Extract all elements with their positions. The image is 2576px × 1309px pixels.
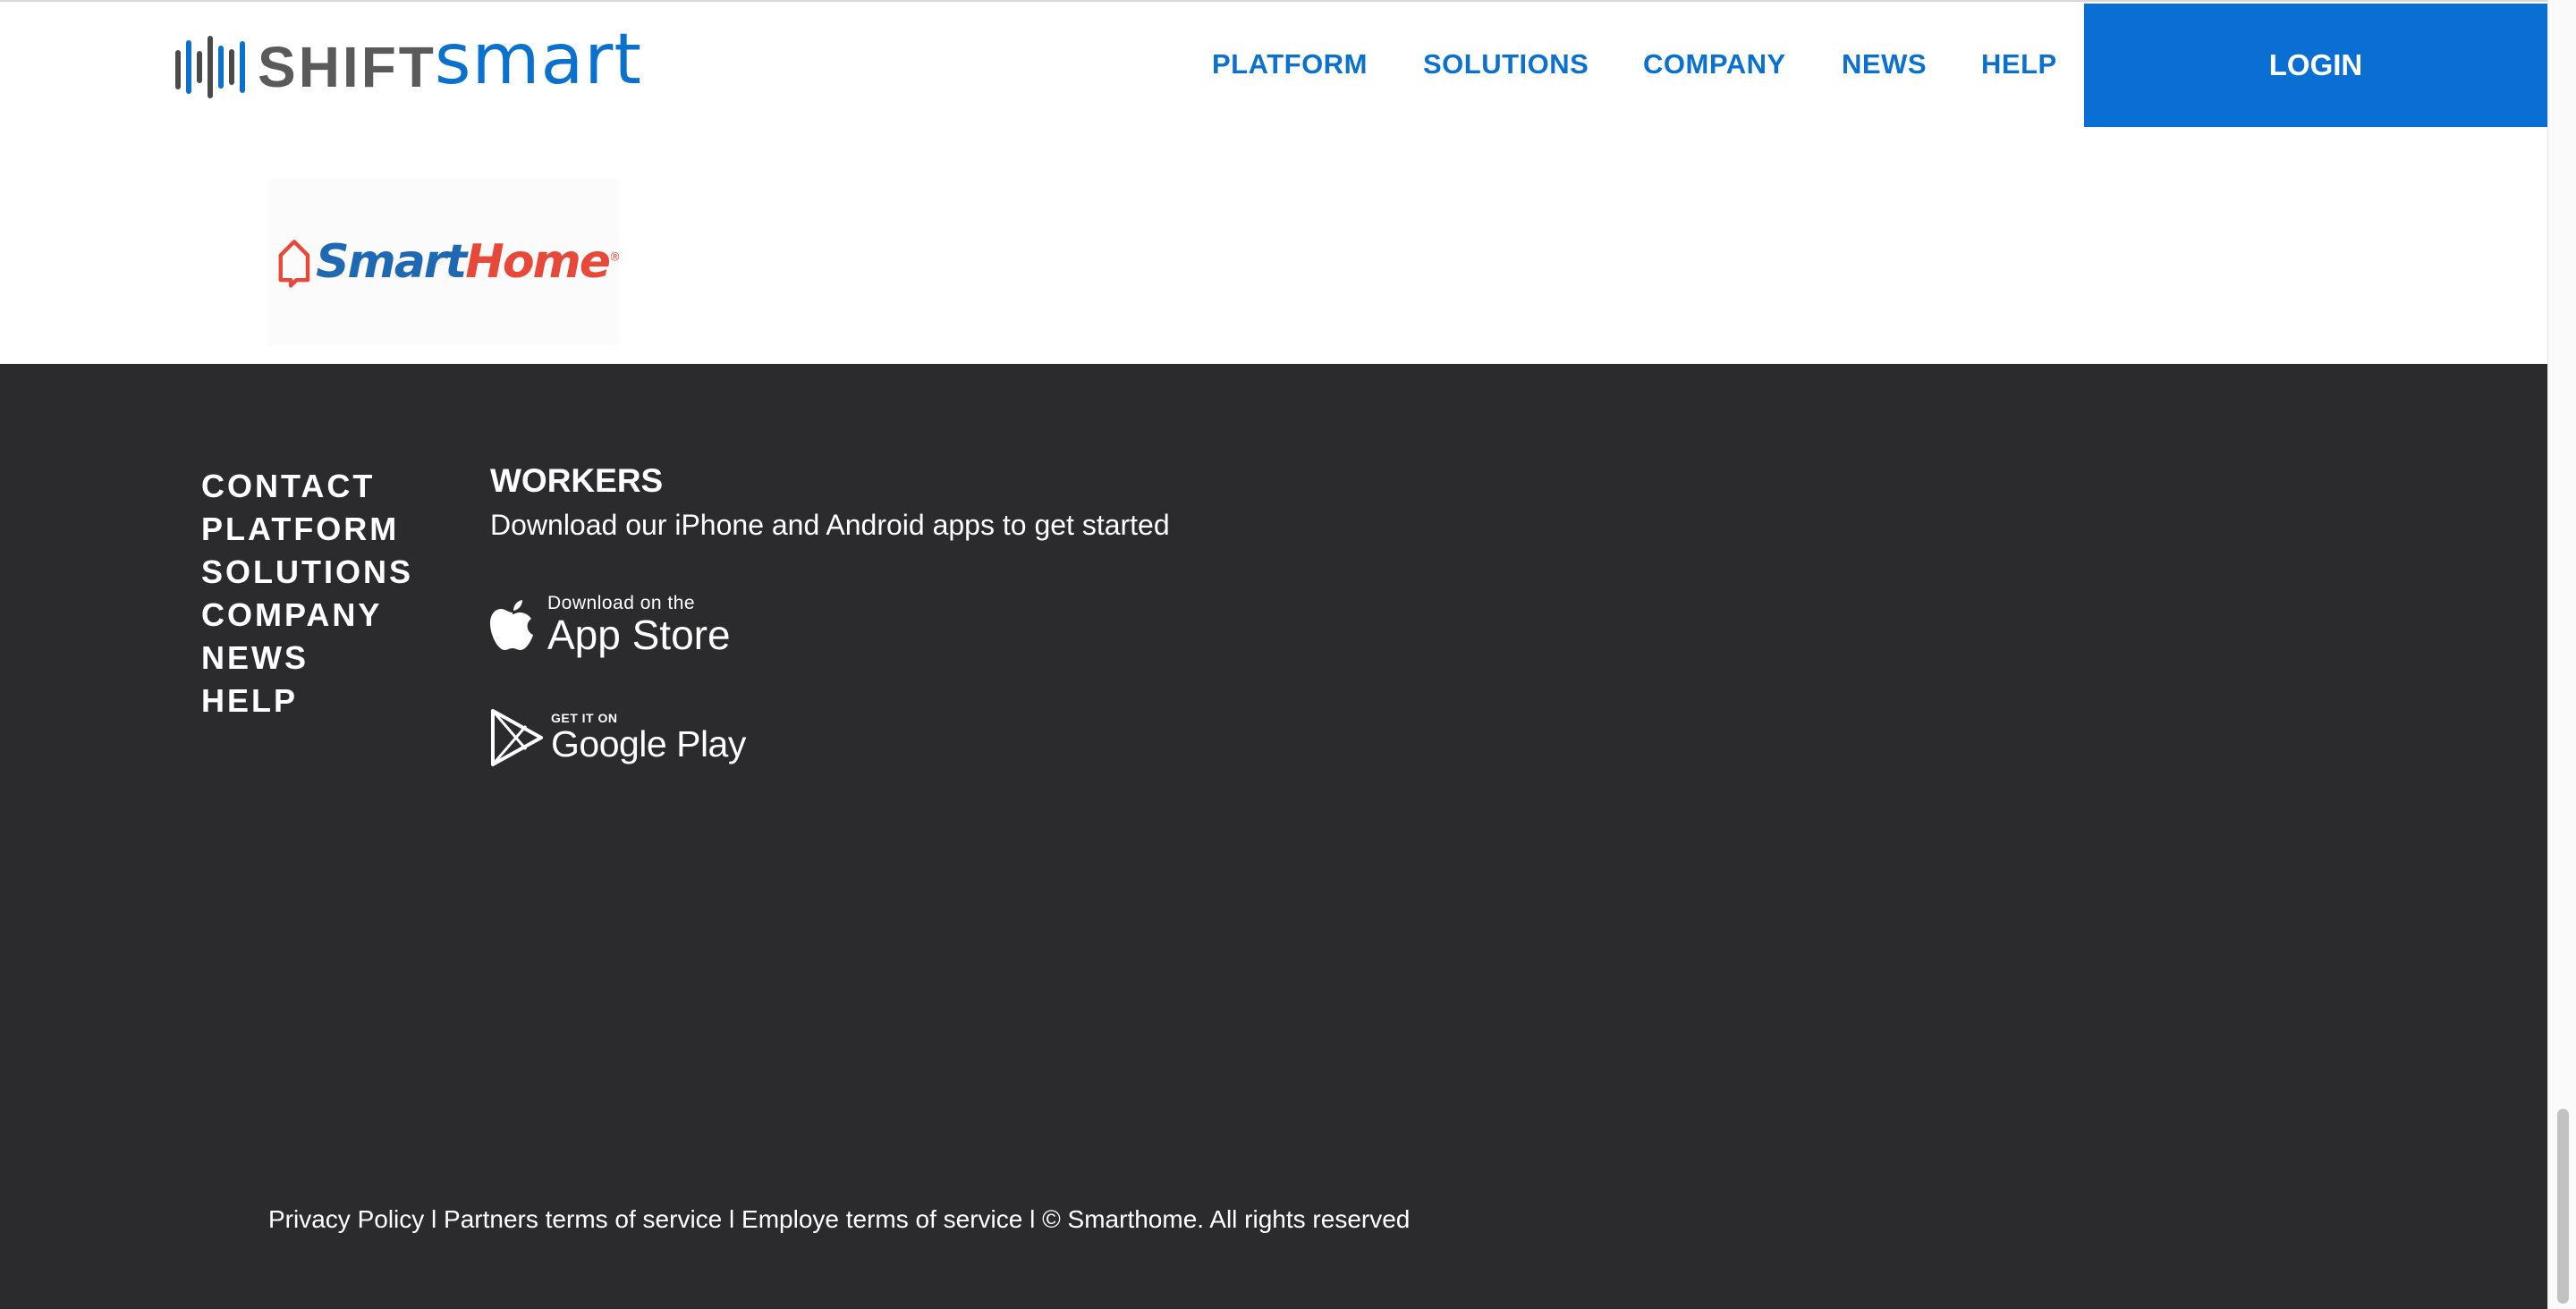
footer-link-contact[interactable]: CONTACT — [201, 465, 413, 508]
app-store-text: Download on the App Store — [547, 593, 731, 658]
brand-shift-text: SHIFT — [258, 35, 436, 99]
login-button[interactable]: LOGIN — [2084, 4, 2547, 127]
smarthome-wordmark: SmartHome® — [316, 235, 621, 289]
smarthome-home-text: Home — [465, 235, 611, 289]
nav-platform[interactable]: PLATFORM — [1212, 48, 1368, 80]
app-store-small-text: Download on the — [547, 593, 696, 613]
legal-separator: l — [424, 1205, 445, 1233]
legal-separator: l — [1022, 1205, 1043, 1233]
footer-link-company[interactable]: COMPANY — [201, 594, 413, 637]
nav-news[interactable]: NEWS — [1842, 48, 1927, 80]
smarthome-house-icon — [278, 240, 310, 288]
google-play-big-text: Google Play — [551, 723, 746, 764]
vertical-scrollbar[interactable] — [2547, 0, 2576, 1309]
nav-company[interactable]: COMPANY — [1643, 48, 1786, 80]
workers-subtitle: Download our iPhone and Android apps to … — [490, 509, 1170, 541]
registered-mark: ® — [609, 250, 621, 265]
privacy-policy-link[interactable]: Privacy Policy — [268, 1205, 424, 1233]
partners-terms-link[interactable]: Partners terms of service — [444, 1205, 722, 1233]
shiftsmart-logo[interactable]: SHIFT smart — [175, 20, 642, 107]
brand-smart-text: smart — [434, 20, 642, 100]
scrollbar-thumb[interactable] — [2557, 1109, 2569, 1304]
smarthome-partner-logo: SmartHome® — [268, 179, 621, 345]
workers-section: WORKERS Download our iPhone and Android … — [490, 460, 1170, 547]
legal-links: Privacy Policy l Partners terms of servi… — [268, 1205, 1410, 1234]
site-header: SHIFT smart PLATFORM SOLUTIONS COMPANY N… — [0, 2, 2547, 127]
nav-solutions[interactable]: SOLUTIONS — [1423, 48, 1589, 80]
top-section: SHIFT smart PLATFORM SOLUTIONS COMPANY N… — [0, 0, 2547, 364]
footer-nav: CONTACT PLATFORM SOLUTIONS COMPANY NEWS … — [201, 465, 413, 722]
app-store-badge[interactable]: Download on the App Store — [490, 594, 731, 656]
footer-link-platform[interactable]: PLATFORM — [201, 508, 413, 551]
shiftsmart-logo-bars-icon — [175, 31, 245, 103]
nav-help[interactable]: HELP — [1981, 48, 2057, 80]
footer-link-solutions[interactable]: SOLUTIONS — [201, 551, 413, 594]
google-play-small-text: GET IT ON — [551, 711, 618, 725]
copyright-text: © Smarthome. All rights reserved — [1042, 1205, 1411, 1233]
google-play-badge[interactable]: GET IT ON Google Play — [490, 708, 746, 767]
workers-title: WORKERS — [490, 462, 664, 499]
smarthome-smart-text: Smart — [316, 235, 467, 289]
footer-link-help[interactable]: HELP — [201, 680, 413, 722]
apple-icon — [490, 600, 533, 650]
employe-terms-link[interactable]: Employe terms of service — [741, 1205, 1022, 1233]
google-play-text: GET IT ON Google Play — [551, 712, 746, 764]
google-play-icon — [491, 709, 543, 766]
footer-link-news[interactable]: NEWS — [201, 637, 413, 680]
app-store-big-text: App Store — [547, 612, 731, 658]
legal-separator: l — [722, 1205, 742, 1233]
